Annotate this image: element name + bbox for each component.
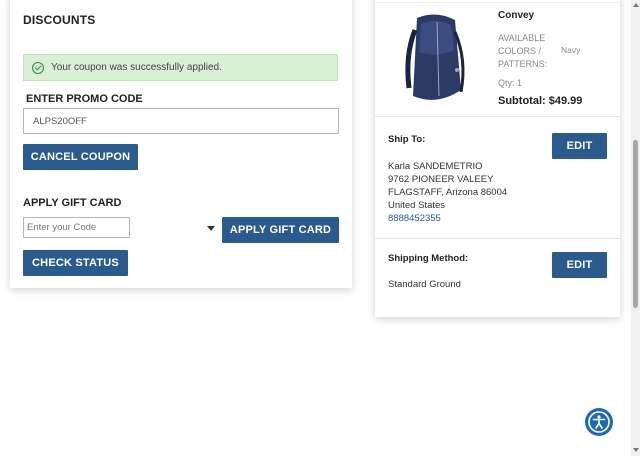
product-name: Convey bbox=[498, 10, 535, 21]
promo-code-label: ENTER PROMO CODE bbox=[26, 93, 143, 105]
qty: Qty: 1 bbox=[498, 78, 522, 88]
cancel-coupon-button[interactable]: CANCEL COUPON bbox=[23, 144, 138, 170]
scroll-up-icon[interactable] bbox=[633, 3, 639, 7]
scroll-down-icon[interactable] bbox=[633, 448, 639, 452]
accessibility-button[interactable] bbox=[585, 408, 613, 436]
edit-ship-to-button[interactable]: EDIT bbox=[552, 133, 607, 159]
address-country: United States bbox=[388, 200, 446, 211]
divider bbox=[375, 116, 620, 117]
colors-label: AVAILABLE COLORS / PATTERNS: bbox=[498, 33, 548, 69]
divider bbox=[375, 238, 620, 239]
qty-label: Qty: bbox=[498, 78, 515, 88]
colors-value: Navy bbox=[561, 45, 581, 55]
promo-code-input[interactable]: ALPS20OFF bbox=[23, 108, 339, 134]
shipping-method-label: Shipping Method: bbox=[388, 253, 469, 264]
scrollbar-thumb[interactable] bbox=[633, 140, 638, 308]
gift-card-label: APPLY GIFT CARD bbox=[23, 197, 122, 209]
qty-value: 1 bbox=[517, 78, 523, 88]
edit-shipping-method-button[interactable]: EDIT bbox=[552, 252, 607, 278]
check-status-button[interactable]: CHECK STATUS bbox=[23, 250, 128, 276]
caret-down-icon[interactable] bbox=[207, 226, 215, 231]
backpack-image bbox=[405, 14, 465, 100]
address-phone-link[interactable]: 8888452355 bbox=[388, 212, 507, 225]
coupon-success-alert: Your coupon was successfully applied. bbox=[23, 54, 338, 81]
discounts-panel: DISCOUNTS Your coupon was successfully a… bbox=[10, 0, 352, 288]
check-circle-icon bbox=[32, 61, 44, 74]
gift-code-input[interactable]: Enter your Code bbox=[23, 217, 130, 238]
address-line1: 9762 PIONEER VALEEY bbox=[388, 174, 494, 185]
subtotal-label: Subtotal: bbox=[498, 95, 546, 107]
order-summary-panel: Convey AVAILABLE COLORS / PATTERNS: Navy… bbox=[375, 0, 620, 317]
subtotal: Subtotal: $49.99 bbox=[498, 95, 582, 107]
discounts-title: DISCOUNTS bbox=[23, 13, 96, 27]
shipping-address: Karla SANDEMETRIO 9762 PIONEER VALEEY FL… bbox=[388, 160, 507, 225]
divider bbox=[375, 2, 620, 3]
apply-gift-card-button[interactable]: APPLY GIFT CARD bbox=[222, 217, 339, 243]
address-line2: FLAGSTAFF, Arizona 86004 bbox=[388, 187, 508, 198]
subtotal-value: $49.99 bbox=[548, 95, 583, 107]
ship-to-label: Ship To: bbox=[388, 134, 426, 145]
address-name: Karla SANDEMETRIO bbox=[388, 161, 483, 172]
shipping-method-value: Standard Ground bbox=[388, 279, 461, 290]
success-message: Your coupon was successfully applied. bbox=[51, 62, 222, 73]
accessibility-icon bbox=[588, 411, 610, 433]
